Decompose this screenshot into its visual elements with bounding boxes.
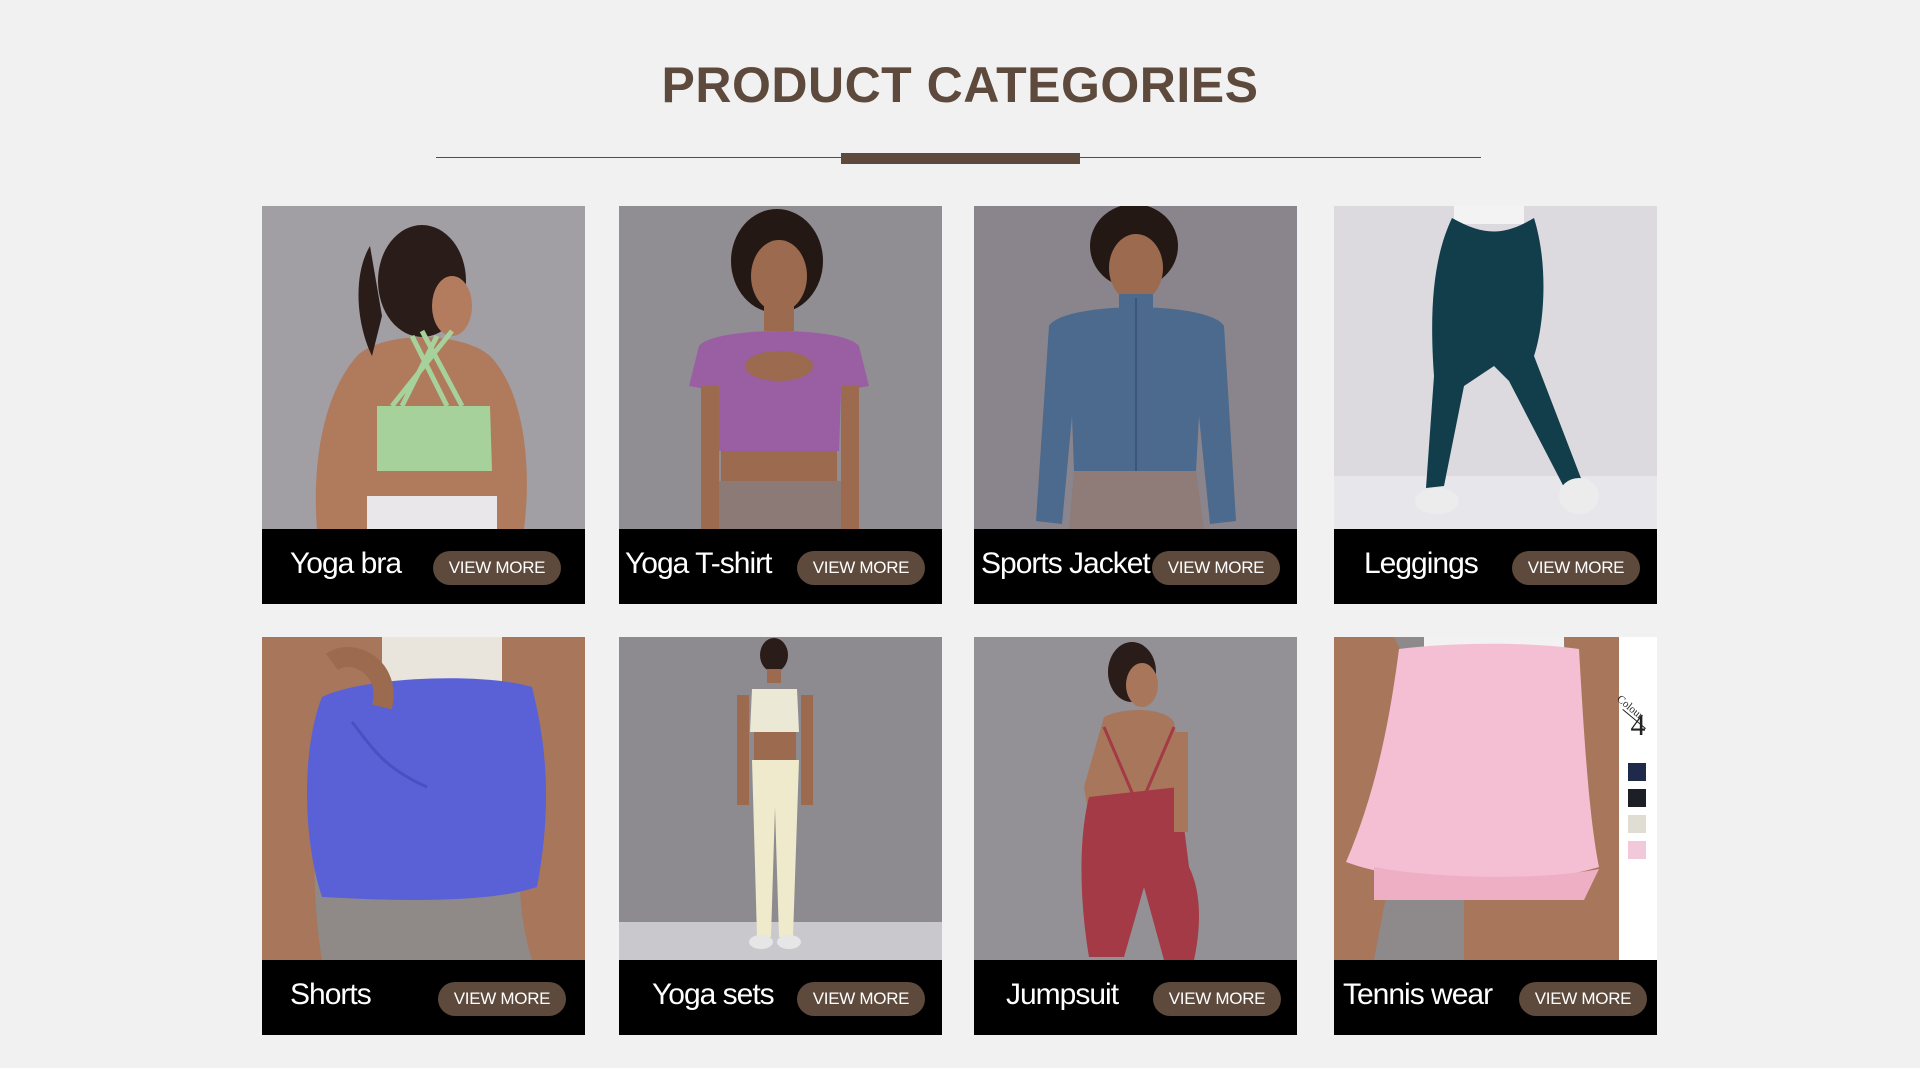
view-more-button[interactable]: VIEW MORE: [1153, 982, 1281, 1016]
yoga-bra-caption-bar: Yoga bra VIEW MORE: [262, 529, 585, 604]
category-label: Leggings: [1364, 547, 1479, 580]
view-more-button[interactable]: VIEW MORE: [797, 982, 925, 1016]
title-divider-accent: [841, 153, 1080, 164]
yoga-t-shirt-photo: [619, 206, 942, 529]
tennis-wear-caption-bar: Tennis wear VIEW MORE: [1334, 960, 1657, 1035]
sports-jacket-caption-bar: Sports Jacket VIEW MORE: [974, 529, 1297, 604]
category-card-shorts[interactable]: Shorts VIEW MORE: [262, 637, 585, 1035]
colour-count: 4: [1630, 709, 1646, 742]
view-more-button[interactable]: VIEW MORE: [438, 982, 566, 1016]
tennis-wear-photo: Colour 4: [1334, 637, 1657, 960]
category-label: Yoga bra: [290, 547, 402, 580]
leggings-caption-bar: Leggings VIEW MORE: [1334, 529, 1657, 604]
colour-swatch: [1628, 841, 1646, 859]
category-label: Yoga T-shirt: [625, 547, 772, 580]
colour-swatch: [1628, 789, 1646, 807]
shorts-photo: [262, 637, 585, 960]
category-label: Sports Jacket: [981, 547, 1151, 580]
yoga-t-shirt-caption-bar: Yoga T-shirt VIEW MORE: [619, 529, 942, 604]
leggings-photo: [1334, 206, 1657, 529]
jumpsuit-photo: [974, 637, 1297, 960]
view-more-button[interactable]: VIEW MORE: [1519, 982, 1647, 1016]
colour-swatch: [1628, 815, 1646, 833]
category-card-tennis-wear[interactable]: Colour 4 Tennis wear VIEW MORE: [1334, 637, 1657, 1035]
category-card-yoga-t-shirt[interactable]: Yoga T-shirt VIEW MORE: [619, 206, 942, 604]
sports-jacket-photo: [974, 206, 1297, 529]
view-more-button[interactable]: VIEW MORE: [1512, 551, 1640, 585]
category-card-yoga-bra[interactable]: Yoga bra VIEW MORE: [262, 206, 585, 604]
category-card-jumpsuit[interactable]: Jumpsuit VIEW MORE: [974, 637, 1297, 1035]
category-label: Tennis wear: [1343, 978, 1493, 1011]
category-label: Yoga sets: [652, 978, 775, 1011]
view-more-button[interactable]: VIEW MORE: [433, 551, 561, 585]
category-label: Jumpsuit: [1006, 978, 1119, 1011]
colour-swatch-panel: Colour 4: [1614, 637, 1657, 960]
jumpsuit-caption-bar: Jumpsuit VIEW MORE: [974, 960, 1297, 1035]
yoga-bra-photo: [262, 206, 585, 529]
yoga-sets-caption-bar: Yoga sets VIEW MORE: [619, 960, 942, 1035]
page-title: PRODUCT CATEGORIES: [661, 57, 1259, 113]
colour-swatch: [1628, 763, 1646, 781]
view-more-button[interactable]: VIEW MORE: [1152, 551, 1280, 585]
shorts-caption-bar: Shorts VIEW MORE: [262, 960, 585, 1035]
category-card-leggings[interactable]: Leggings VIEW MORE: [1334, 206, 1657, 604]
view-more-button[interactable]: VIEW MORE: [797, 551, 925, 585]
category-label: Shorts: [290, 978, 372, 1011]
category-card-sports-jacket[interactable]: Sports Jacket VIEW MORE: [974, 206, 1297, 604]
yoga-sets-photo: [619, 637, 942, 960]
category-card-yoga-sets[interactable]: Yoga sets VIEW MORE: [619, 637, 942, 1035]
